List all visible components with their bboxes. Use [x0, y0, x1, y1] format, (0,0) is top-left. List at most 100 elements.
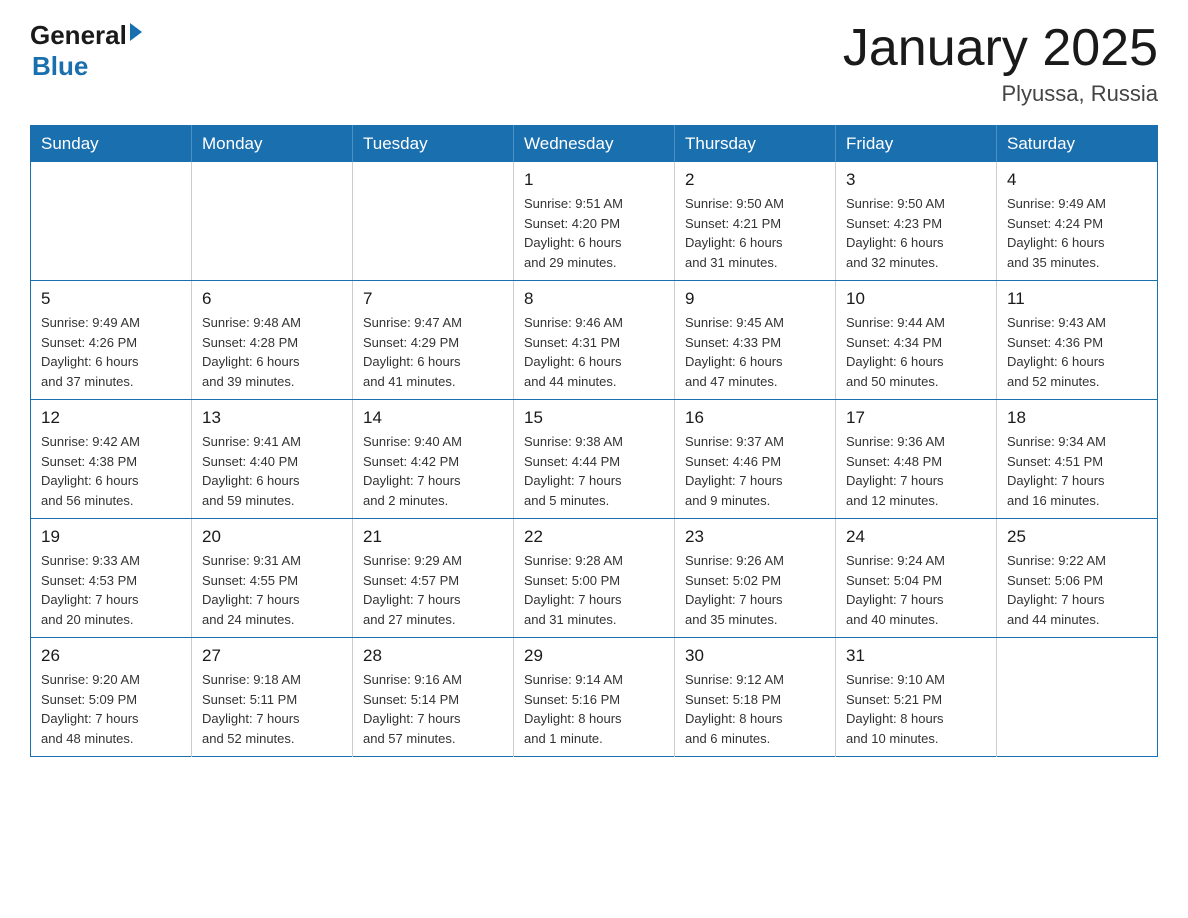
logo: General Blue [30, 20, 142, 82]
day-info: Sunrise: 9:47 AMSunset: 4:29 PMDaylight:… [363, 313, 503, 391]
calendar-cell: 13 Sunrise: 9:41 AMSunset: 4:40 PMDayligh… [192, 400, 353, 519]
day-info: Sunrise: 9:51 AMSunset: 4:20 PMDaylight:… [524, 194, 664, 272]
day-info: Sunrise: 9:45 AMSunset: 4:33 PMDaylight:… [685, 313, 825, 391]
calendar-cell: 2 Sunrise: 9:50 AMSunset: 4:21 PMDaylight… [675, 162, 836, 281]
calendar-cell: 10 Sunrise: 9:44 AMSunset: 4:34 PMDayligh… [836, 281, 997, 400]
header-cell-saturday: Saturday [997, 126, 1158, 163]
day-info: Sunrise: 9:34 AMSunset: 4:51 PMDaylight:… [1007, 432, 1147, 510]
calendar-cell: 21 Sunrise: 9:29 AMSunset: 4:57 PMDayligh… [353, 519, 514, 638]
calendar-cell: 6Sunrise: 9:48 AMSunset: 4:28 PMDaylight… [192, 281, 353, 400]
day-number: 21 [363, 527, 503, 547]
day-number: 1 [524, 170, 664, 190]
day-info: Sunrise: 9:14 AMSunset: 5:16 PMDaylight:… [524, 670, 664, 748]
calendar-cell [997, 638, 1158, 757]
calendar-cell: 26 Sunrise: 9:20 AMSunset: 5:09 PMDayligh… [31, 638, 192, 757]
calendar-cell: 3Sunrise: 9:50 AMSunset: 4:23 PMDaylight… [836, 162, 997, 281]
day-info: Sunrise: 9:50 AMSunset: 4:23 PMDaylight:… [846, 194, 986, 272]
day-info: Sunrise: 9:10 AMSunset: 5:21 PMDaylight:… [846, 670, 986, 748]
calendar-cell: 25 Sunrise: 9:22 AMSunset: 5:06 PMDayligh… [997, 519, 1158, 638]
day-number: 12 [41, 408, 181, 428]
logo-text-general: General [30, 20, 127, 51]
day-number: 26 [41, 646, 181, 666]
page-header: General Blue January 2025 Plyussa, Russi… [30, 20, 1158, 107]
day-info: Sunrise: 9:50 AMSunset: 4:21 PMDaylight:… [685, 194, 825, 272]
day-number: 5 [41, 289, 181, 309]
calendar-week-row: 19 Sunrise: 9:33 AMSunset: 4:53 PMDayligh… [31, 519, 1158, 638]
calendar-cell: 22 Sunrise: 9:28 AMSunset: 5:00 PMDayligh… [514, 519, 675, 638]
calendar-cell: 20 Sunrise: 9:31 AMSunset: 4:55 PMDayligh… [192, 519, 353, 638]
day-number: 25 [1007, 527, 1147, 547]
calendar-cell [31, 162, 192, 281]
day-number: 4 [1007, 170, 1147, 190]
day-number: 10 [846, 289, 986, 309]
calendar-cell: 9 Sunrise: 9:45 AMSunset: 4:33 PMDaylight… [675, 281, 836, 400]
calendar-header-row: SundayMondayTuesdayWednesdayThursdayFrid… [31, 126, 1158, 163]
day-info: Sunrise: 9:22 AMSunset: 5:06 PMDaylight:… [1007, 551, 1147, 629]
calendar-week-row: 1 Sunrise: 9:51 AMSunset: 4:20 PMDaylight… [31, 162, 1158, 281]
calendar-cell: 27 Sunrise: 9:18 AMSunset: 5:11 PMDayligh… [192, 638, 353, 757]
day-number: 7 [363, 289, 503, 309]
calendar-cell: 14 Sunrise: 9:40 AMSunset: 4:42 PMDayligh… [353, 400, 514, 519]
day-info: Sunrise: 9:28 AMSunset: 5:00 PMDaylight:… [524, 551, 664, 629]
day-info: Sunrise: 9:44 AMSunset: 4:34 PMDaylight:… [846, 313, 986, 391]
calendar-cell: 24Sunrise: 9:24 AMSunset: 5:04 PMDayligh… [836, 519, 997, 638]
day-info: Sunrise: 9:48 AMSunset: 4:28 PMDaylight:… [202, 313, 342, 391]
day-number: 15 [524, 408, 664, 428]
day-info: Sunrise: 9:38 AMSunset: 4:44 PMDaylight:… [524, 432, 664, 510]
calendar-cell: 12 Sunrise: 9:42 AMSunset: 4:38 PMDayligh… [31, 400, 192, 519]
day-number: 2 [685, 170, 825, 190]
day-info: Sunrise: 9:12 AMSunset: 5:18 PMDaylight:… [685, 670, 825, 748]
day-info: Sunrise: 9:29 AMSunset: 4:57 PMDaylight:… [363, 551, 503, 629]
day-number: 9 [685, 289, 825, 309]
header-cell-wednesday: Wednesday [514, 126, 675, 163]
calendar-cell [353, 162, 514, 281]
calendar-cell: 17 Sunrise: 9:36 AMSunset: 4:48 PMDayligh… [836, 400, 997, 519]
calendar-cell: 23Sunrise: 9:26 AMSunset: 5:02 PMDayligh… [675, 519, 836, 638]
day-number: 14 [363, 408, 503, 428]
day-number: 28 [363, 646, 503, 666]
day-info: Sunrise: 9:31 AMSunset: 4:55 PMDaylight:… [202, 551, 342, 629]
day-number: 13 [202, 408, 342, 428]
header-cell-friday: Friday [836, 126, 997, 163]
calendar-cell: 4Sunrise: 9:49 AMSunset: 4:24 PMDaylight… [997, 162, 1158, 281]
day-info: Sunrise: 9:33 AMSunset: 4:53 PMDaylight:… [41, 551, 181, 629]
calendar-week-row: 5 Sunrise: 9:49 AMSunset: 4:26 PMDaylight… [31, 281, 1158, 400]
day-number: 27 [202, 646, 342, 666]
day-number: 17 [846, 408, 986, 428]
day-info: Sunrise: 9:42 AMSunset: 4:38 PMDaylight:… [41, 432, 181, 510]
header-cell-tuesday: Tuesday [353, 126, 514, 163]
day-info: Sunrise: 9:41 AMSunset: 4:40 PMDaylight:… [202, 432, 342, 510]
calendar-week-row: 12 Sunrise: 9:42 AMSunset: 4:38 PMDayligh… [31, 400, 1158, 519]
day-info: Sunrise: 9:37 AMSunset: 4:46 PMDaylight:… [685, 432, 825, 510]
logo-arrow-icon [130, 23, 142, 41]
day-number: 20 [202, 527, 342, 547]
calendar-cell: 19 Sunrise: 9:33 AMSunset: 4:53 PMDayligh… [31, 519, 192, 638]
header-cell-sunday: Sunday [31, 126, 192, 163]
calendar-cell: 5 Sunrise: 9:49 AMSunset: 4:26 PMDaylight… [31, 281, 192, 400]
day-number: 16 [685, 408, 825, 428]
day-info: Sunrise: 9:40 AMSunset: 4:42 PMDaylight:… [363, 432, 503, 510]
calendar-title: January 2025 [843, 20, 1158, 77]
day-info: Sunrise: 9:18 AMSunset: 5:11 PMDaylight:… [202, 670, 342, 748]
header-cell-monday: Monday [192, 126, 353, 163]
day-number: 19 [41, 527, 181, 547]
calendar-cell: 29 Sunrise: 9:14 AMSunset: 5:16 PMDayligh… [514, 638, 675, 757]
calendar-cell: 7 Sunrise: 9:47 AMSunset: 4:29 PMDaylight… [353, 281, 514, 400]
calendar-table: SundayMondayTuesdayWednesdayThursdayFrid… [30, 125, 1158, 757]
calendar-subtitle: Plyussa, Russia [843, 81, 1158, 107]
day-info: Sunrise: 9:20 AMSunset: 5:09 PMDaylight:… [41, 670, 181, 748]
day-info: Sunrise: 9:36 AMSunset: 4:48 PMDaylight:… [846, 432, 986, 510]
calendar-cell: 1 Sunrise: 9:51 AMSunset: 4:20 PMDaylight… [514, 162, 675, 281]
day-number: 29 [524, 646, 664, 666]
calendar-cell: 16 Sunrise: 9:37 AMSunset: 4:46 PMDayligh… [675, 400, 836, 519]
day-info: Sunrise: 9:24 AMSunset: 5:04 PMDaylight:… [846, 551, 986, 629]
day-info: Sunrise: 9:49 AMSunset: 4:26 PMDaylight:… [41, 313, 181, 391]
day-number: 11 [1007, 289, 1147, 309]
calendar-cell: 28Sunrise: 9:16 AMSunset: 5:14 PMDayligh… [353, 638, 514, 757]
day-number: 22 [524, 527, 664, 547]
day-number: 23 [685, 527, 825, 547]
day-number: 31 [846, 646, 986, 666]
calendar-cell: 30Sunrise: 9:12 AMSunset: 5:18 PMDayligh… [675, 638, 836, 757]
day-number: 18 [1007, 408, 1147, 428]
calendar-cell: 18 Sunrise: 9:34 AMSunset: 4:51 PMDayligh… [997, 400, 1158, 519]
